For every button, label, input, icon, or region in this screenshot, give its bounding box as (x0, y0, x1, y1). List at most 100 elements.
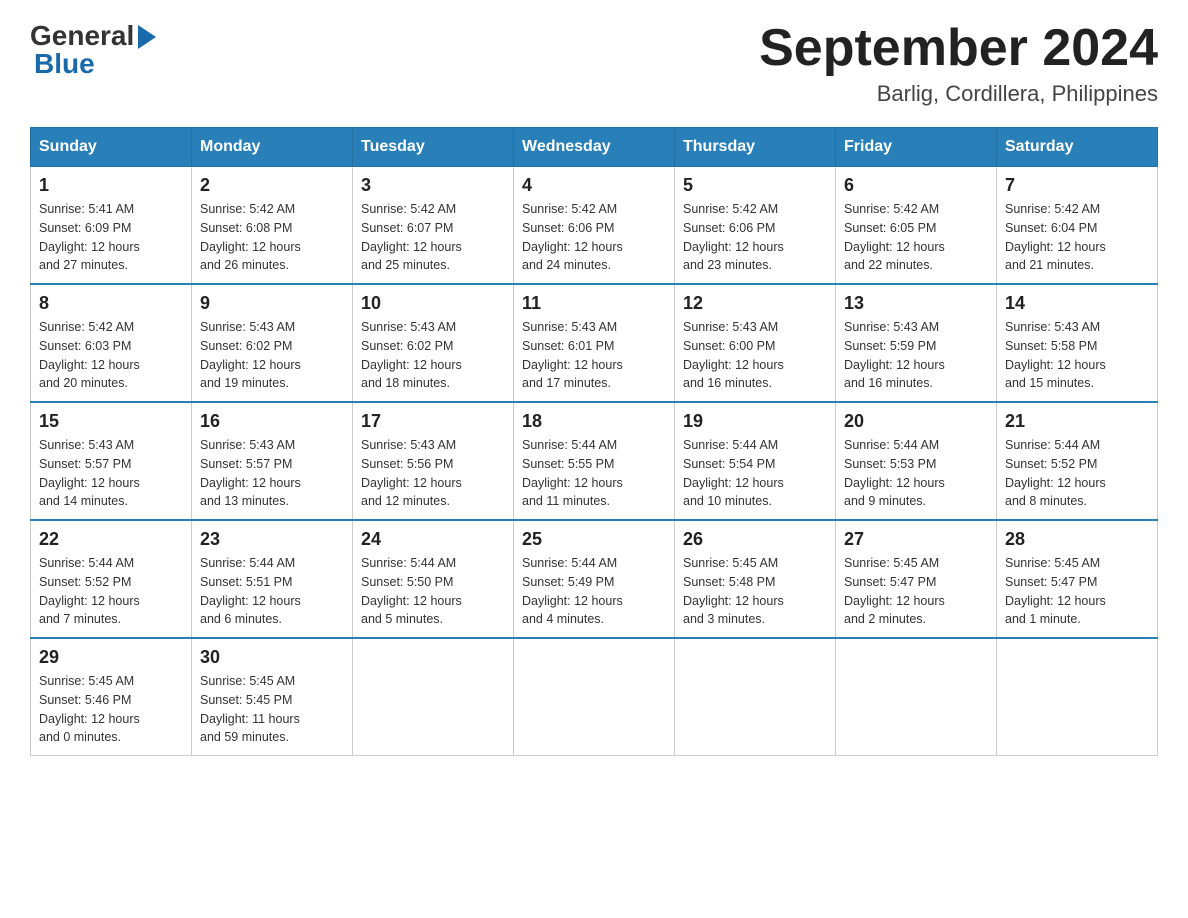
calendar-day-cell: 18 Sunrise: 5:44 AMSunset: 5:55 PMDaylig… (514, 402, 675, 520)
title-block: September 2024 Barlig, Cordillera, Phili… (759, 20, 1158, 107)
logo-triangle-icon (138, 25, 156, 49)
day-info: Sunrise: 5:44 AMSunset: 5:55 PMDaylight:… (522, 438, 623, 508)
calendar-day-cell: 14 Sunrise: 5:43 AMSunset: 5:58 PMDaylig… (997, 284, 1158, 402)
day-info: Sunrise: 5:43 AMSunset: 5:58 PMDaylight:… (1005, 320, 1106, 390)
day-number: 3 (361, 175, 505, 196)
day-info: Sunrise: 5:44 AMSunset: 5:50 PMDaylight:… (361, 556, 462, 626)
day-number: 20 (844, 411, 988, 432)
calendar-day-cell: 29 Sunrise: 5:45 AMSunset: 5:46 PMDaylig… (31, 638, 192, 756)
calendar-day-cell: 5 Sunrise: 5:42 AMSunset: 6:06 PMDayligh… (675, 167, 836, 285)
calendar-header-row: SundayMondayTuesdayWednesdayThursdayFrid… (31, 128, 1158, 167)
calendar-week-row: 29 Sunrise: 5:45 AMSunset: 5:46 PMDaylig… (31, 638, 1158, 756)
day-info: Sunrise: 5:42 AMSunset: 6:08 PMDaylight:… (200, 202, 301, 272)
weekday-header-thursday: Thursday (675, 128, 836, 167)
weekday-header-wednesday: Wednesday (514, 128, 675, 167)
calendar-day-cell (675, 638, 836, 756)
day-info: Sunrise: 5:42 AMSunset: 6:03 PMDaylight:… (39, 320, 140, 390)
calendar-day-cell: 17 Sunrise: 5:43 AMSunset: 5:56 PMDaylig… (353, 402, 514, 520)
day-number: 19 (683, 411, 827, 432)
day-info: Sunrise: 5:43 AMSunset: 6:02 PMDaylight:… (361, 320, 462, 390)
calendar-day-cell: 13 Sunrise: 5:43 AMSunset: 5:59 PMDaylig… (836, 284, 997, 402)
calendar-day-cell (353, 638, 514, 756)
calendar-day-cell: 28 Sunrise: 5:45 AMSunset: 5:47 PMDaylig… (997, 520, 1158, 638)
day-info: Sunrise: 5:45 AMSunset: 5:45 PMDaylight:… (200, 674, 300, 744)
day-info: Sunrise: 5:43 AMSunset: 5:57 PMDaylight:… (200, 438, 301, 508)
day-number: 4 (522, 175, 666, 196)
day-number: 30 (200, 647, 344, 668)
calendar-day-cell: 10 Sunrise: 5:43 AMSunset: 6:02 PMDaylig… (353, 284, 514, 402)
calendar-week-row: 15 Sunrise: 5:43 AMSunset: 5:57 PMDaylig… (31, 402, 1158, 520)
calendar-day-cell: 22 Sunrise: 5:44 AMSunset: 5:52 PMDaylig… (31, 520, 192, 638)
logo-blue-text: Blue (30, 48, 156, 80)
day-info: Sunrise: 5:43 AMSunset: 5:59 PMDaylight:… (844, 320, 945, 390)
day-info: Sunrise: 5:42 AMSunset: 6:04 PMDaylight:… (1005, 202, 1106, 272)
day-number: 12 (683, 293, 827, 314)
weekday-header-sunday: Sunday (31, 128, 192, 167)
day-info: Sunrise: 5:45 AMSunset: 5:47 PMDaylight:… (1005, 556, 1106, 626)
logo: General Blue (30, 20, 156, 80)
day-info: Sunrise: 5:41 AMSunset: 6:09 PMDaylight:… (39, 202, 140, 272)
calendar-day-cell: 20 Sunrise: 5:44 AMSunset: 5:53 PMDaylig… (836, 402, 997, 520)
day-info: Sunrise: 5:42 AMSunset: 6:07 PMDaylight:… (361, 202, 462, 272)
calendar-day-cell: 6 Sunrise: 5:42 AMSunset: 6:05 PMDayligh… (836, 167, 997, 285)
day-number: 6 (844, 175, 988, 196)
weekday-header-saturday: Saturday (997, 128, 1158, 167)
day-info: Sunrise: 5:43 AMSunset: 6:01 PMDaylight:… (522, 320, 623, 390)
day-number: 9 (200, 293, 344, 314)
day-number: 5 (683, 175, 827, 196)
day-info: Sunrise: 5:44 AMSunset: 5:54 PMDaylight:… (683, 438, 784, 508)
day-info: Sunrise: 5:42 AMSunset: 6:05 PMDaylight:… (844, 202, 945, 272)
day-number: 1 (39, 175, 183, 196)
day-info: Sunrise: 5:42 AMSunset: 6:06 PMDaylight:… (522, 202, 623, 272)
calendar-day-cell: 23 Sunrise: 5:44 AMSunset: 5:51 PMDaylig… (192, 520, 353, 638)
calendar-week-row: 8 Sunrise: 5:42 AMSunset: 6:03 PMDayligh… (31, 284, 1158, 402)
day-number: 8 (39, 293, 183, 314)
day-info: Sunrise: 5:43 AMSunset: 5:56 PMDaylight:… (361, 438, 462, 508)
day-info: Sunrise: 5:43 AMSunset: 6:00 PMDaylight:… (683, 320, 784, 390)
calendar-day-cell: 16 Sunrise: 5:43 AMSunset: 5:57 PMDaylig… (192, 402, 353, 520)
day-number: 25 (522, 529, 666, 550)
day-number: 28 (1005, 529, 1149, 550)
day-info: Sunrise: 5:44 AMSunset: 5:52 PMDaylight:… (1005, 438, 1106, 508)
calendar-day-cell: 15 Sunrise: 5:43 AMSunset: 5:57 PMDaylig… (31, 402, 192, 520)
calendar-day-cell: 26 Sunrise: 5:45 AMSunset: 5:48 PMDaylig… (675, 520, 836, 638)
calendar-day-cell: 9 Sunrise: 5:43 AMSunset: 6:02 PMDayligh… (192, 284, 353, 402)
calendar-day-cell: 12 Sunrise: 5:43 AMSunset: 6:00 PMDaylig… (675, 284, 836, 402)
day-number: 2 (200, 175, 344, 196)
month-title: September 2024 (759, 20, 1158, 77)
calendar-day-cell (836, 638, 997, 756)
day-number: 14 (1005, 293, 1149, 314)
page-header: General Blue September 2024 Barlig, Cord… (30, 20, 1158, 107)
day-number: 7 (1005, 175, 1149, 196)
calendar-day-cell: 4 Sunrise: 5:42 AMSunset: 6:06 PMDayligh… (514, 167, 675, 285)
day-info: Sunrise: 5:44 AMSunset: 5:53 PMDaylight:… (844, 438, 945, 508)
calendar-day-cell: 7 Sunrise: 5:42 AMSunset: 6:04 PMDayligh… (997, 167, 1158, 285)
calendar-week-row: 1 Sunrise: 5:41 AMSunset: 6:09 PMDayligh… (31, 167, 1158, 285)
day-number: 11 (522, 293, 666, 314)
day-info: Sunrise: 5:43 AMSunset: 6:02 PMDaylight:… (200, 320, 301, 390)
day-info: Sunrise: 5:45 AMSunset: 5:47 PMDaylight:… (844, 556, 945, 626)
calendar-day-cell: 21 Sunrise: 5:44 AMSunset: 5:52 PMDaylig… (997, 402, 1158, 520)
weekday-header-tuesday: Tuesday (353, 128, 514, 167)
day-info: Sunrise: 5:45 AMSunset: 5:48 PMDaylight:… (683, 556, 784, 626)
calendar-day-cell: 25 Sunrise: 5:44 AMSunset: 5:49 PMDaylig… (514, 520, 675, 638)
day-number: 15 (39, 411, 183, 432)
day-number: 16 (200, 411, 344, 432)
calendar-table: SundayMondayTuesdayWednesdayThursdayFrid… (30, 127, 1158, 756)
calendar-day-cell (514, 638, 675, 756)
day-number: 21 (1005, 411, 1149, 432)
calendar-day-cell (997, 638, 1158, 756)
calendar-day-cell: 19 Sunrise: 5:44 AMSunset: 5:54 PMDaylig… (675, 402, 836, 520)
day-info: Sunrise: 5:45 AMSunset: 5:46 PMDaylight:… (39, 674, 140, 744)
calendar-day-cell: 30 Sunrise: 5:45 AMSunset: 5:45 PMDaylig… (192, 638, 353, 756)
day-number: 22 (39, 529, 183, 550)
calendar-day-cell: 24 Sunrise: 5:44 AMSunset: 5:50 PMDaylig… (353, 520, 514, 638)
day-info: Sunrise: 5:43 AMSunset: 5:57 PMDaylight:… (39, 438, 140, 508)
calendar-day-cell: 27 Sunrise: 5:45 AMSunset: 5:47 PMDaylig… (836, 520, 997, 638)
weekday-header-monday: Monday (192, 128, 353, 167)
weekday-header-friday: Friday (836, 128, 997, 167)
day-info: Sunrise: 5:44 AMSunset: 5:52 PMDaylight:… (39, 556, 140, 626)
calendar-day-cell: 8 Sunrise: 5:42 AMSunset: 6:03 PMDayligh… (31, 284, 192, 402)
day-number: 24 (361, 529, 505, 550)
day-number: 26 (683, 529, 827, 550)
